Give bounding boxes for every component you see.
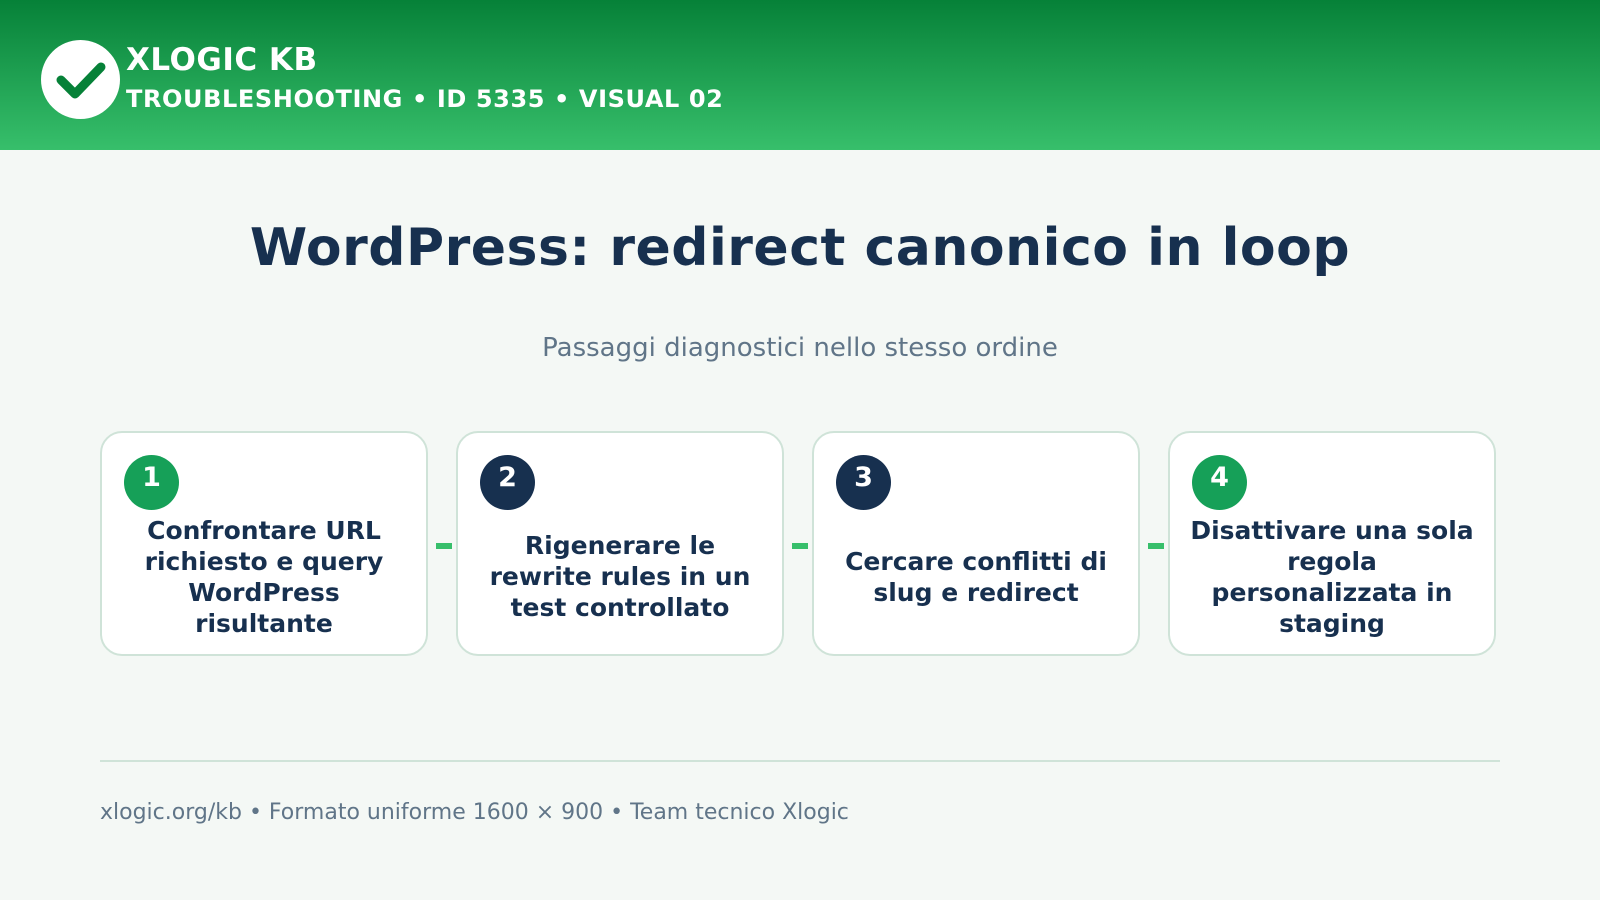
step-text: Cercare conflitti di slug e redirect: [845, 546, 1107, 607]
step-card-3: 3 Cercare conflitti di slug e redirect: [812, 431, 1140, 656]
logo: [41, 40, 120, 119]
step-number-badge: 4: [1192, 455, 1247, 510]
step-connector: [1148, 543, 1164, 549]
breadcrumb: TROUBLESHOOTING • ID 5335 • VISUAL 02: [126, 85, 724, 113]
step-connector: [792, 543, 808, 549]
step-text: Rigenerare le rewrite rules in un test c…: [489, 531, 751, 622]
header-banner: XLOGIC KB TROUBLESHOOTING • ID 5335 • VI…: [0, 0, 1600, 150]
brand-name: XLOGIC KB: [126, 42, 318, 78]
step-card-4: 4 Disattivare una sola regola personaliz…: [1168, 431, 1496, 656]
step-text: Confrontare URL richiesto e query WordPr…: [144, 515, 384, 638]
footer-text: xlogic.org/kb • Formato uniforme 1600 × …: [100, 800, 849, 825]
step-connector: [436, 543, 452, 549]
checkmark-icon: [56, 62, 106, 99]
footer-divider: [100, 760, 1500, 762]
step-number-badge: 1: [124, 455, 179, 510]
step-card-1: 1 Confrontare URL richiesto e query Word…: [100, 431, 428, 656]
step-number-badge: 3: [836, 455, 891, 510]
page-title: WordPress: redirect canonico in loop: [249, 218, 1351, 278]
step-number-badge: 2: [480, 455, 535, 510]
step-text: Disattivare una sola regola personalizza…: [1190, 515, 1474, 638]
page-subtitle: Passaggi diagnostici nello stesso ordine: [542, 333, 1058, 363]
step-card-2: 2 Rigenerare le rewrite rules in un test…: [456, 431, 784, 656]
